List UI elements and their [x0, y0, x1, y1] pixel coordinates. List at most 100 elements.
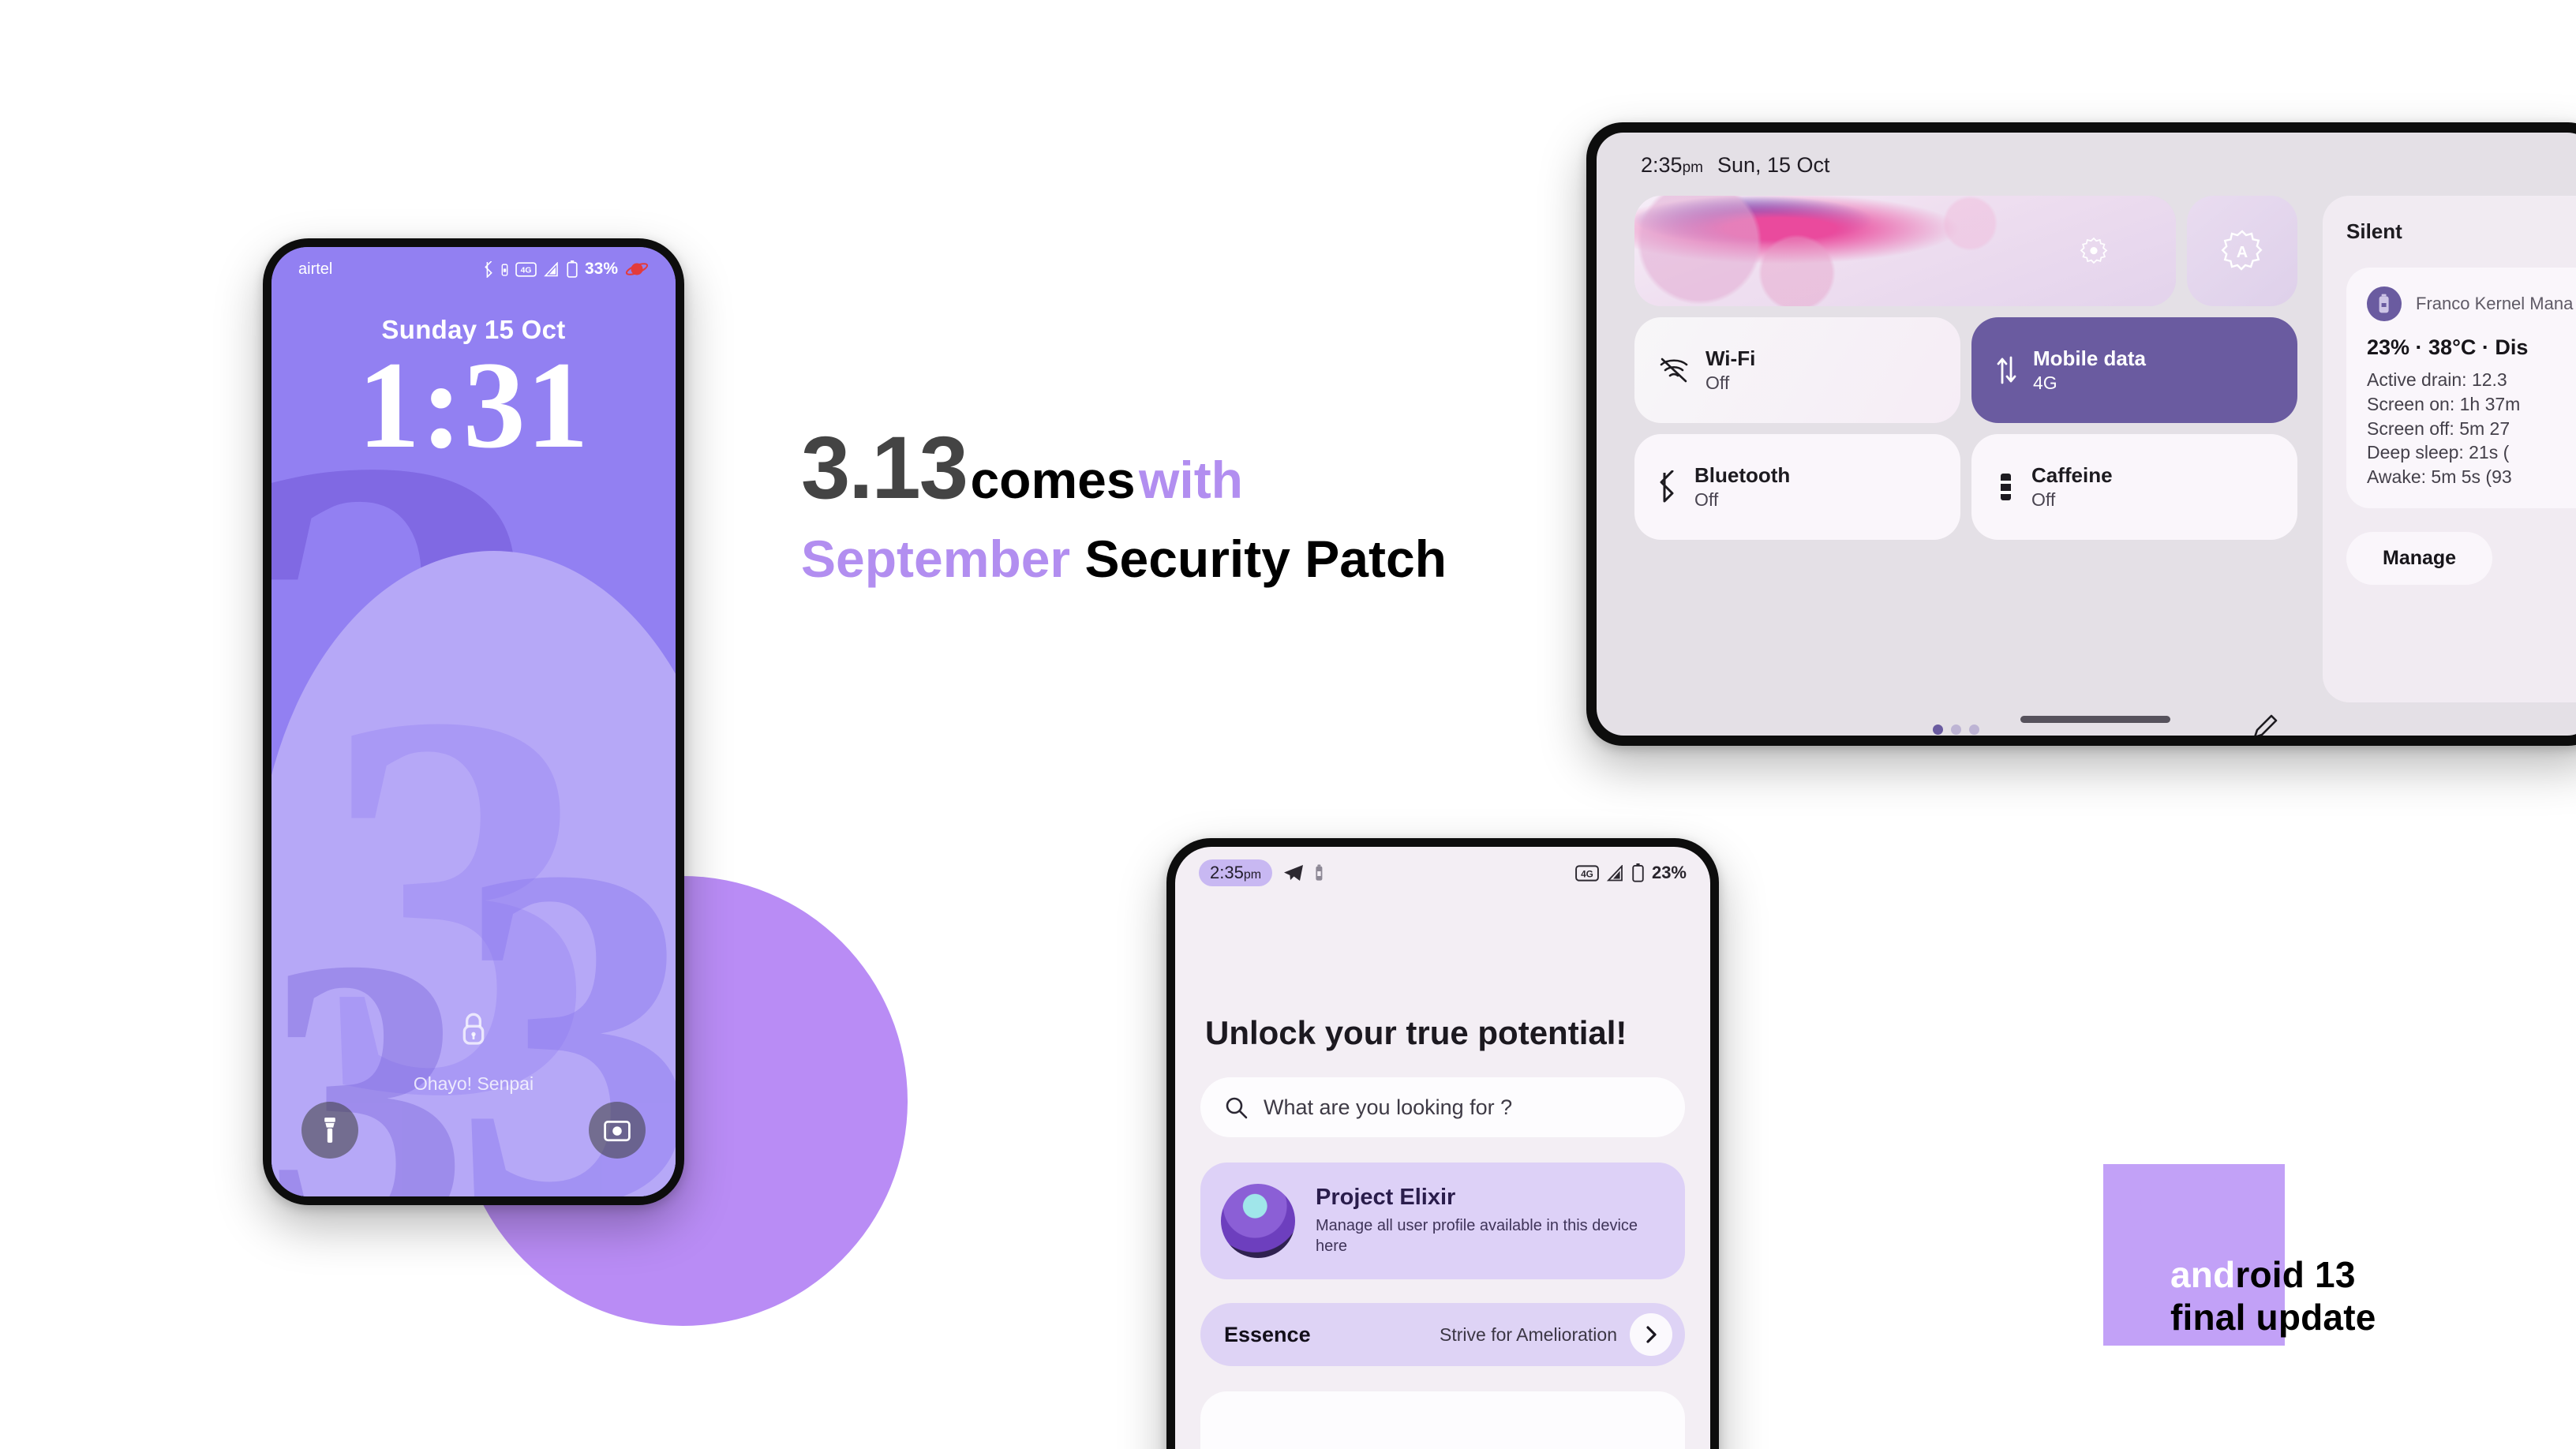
battery-percent: 23%: [1651, 863, 1687, 882]
notification-body: Active drain: 12.3 Screen on: 1h 37m Scr…: [2367, 368, 2576, 489]
essence-title: Essence: [1224, 1322, 1311, 1346]
quick-settings-clock[interactable]: 2:35pm Sun, 15 Oct: [1641, 153, 1830, 178]
lockscreen-status-bar: airtel 4G 33%: [271, 247, 676, 291]
essence-subtitle: Strive for Amelioration: [1440, 1324, 1617, 1345]
notification-card[interactable]: Franco Kernel Mana 23% · 38°C · Dis Acti…: [2346, 268, 2576, 509]
signal-icon: [544, 261, 558, 276]
essence-chevron-button[interactable]: [1630, 1313, 1672, 1356]
headline-word-with: with: [1139, 451, 1243, 509]
profile-card-title: Project Elixir: [1316, 1185, 1456, 1211]
pencil-icon: [2254, 714, 2278, 736]
tile-state: Off: [1705, 372, 1730, 393]
settings-card-partial[interactable]: [1200, 1391, 1685, 1449]
battery-small-icon: [1316, 864, 1323, 881]
notification-line: Awake: 5m 5s (93: [2367, 466, 2512, 488]
tile-wifi[interactable]: Wi-Fi Off: [1634, 317, 1960, 423]
home-indicator[interactable]: [2020, 716, 2170, 723]
status-right: 4G 23%: [1575, 863, 1687, 883]
tile-mobile-data[interactable]: Mobile data 4G: [1971, 317, 2297, 423]
bluetooth-icon: [485, 260, 492, 278]
lockscreen-time: 1:31: [358, 336, 590, 474]
tile-bluetooth[interactable]: Bluetooth Off: [1634, 434, 1960, 540]
planet-icon: [625, 263, 649, 275]
quick-settings-screen: 2:35pm Sun, 15 Oct A Wi-Fi Off Mobile da…: [1597, 133, 2576, 736]
flashlight-shortcut-button[interactable]: [301, 1102, 358, 1159]
status-left: 2:35pm: [1199, 859, 1324, 886]
brightness-row: A: [1634, 196, 2297, 306]
status-clock-pill: 2:35pm: [1199, 859, 1273, 886]
tile-state: Off: [1694, 489, 1719, 510]
brightness-slider[interactable]: [1634, 196, 2176, 306]
edit-tiles-button[interactable]: [2250, 712, 2280, 736]
chevron-right-icon: [1646, 1326, 1657, 1343]
headline-line-1: 3.13 comes with: [801, 417, 1543, 519]
camera-shortcut-button[interactable]: [589, 1102, 646, 1159]
page-dot[interactable]: [1951, 724, 1961, 735]
notification-line: Deep sleep: 21s (: [2367, 442, 2510, 463]
telegram-icon: [1284, 865, 1304, 881]
svg-text:A: A: [2237, 244, 2248, 261]
bluetooth-icon: [1658, 470, 1679, 504]
profile-card[interactable]: Project Elixir Manage all user profile a…: [1200, 1163, 1685, 1279]
tile-name: Wi-Fi: [1705, 346, 1756, 371]
notification-line: Screen off: 5m 27: [2367, 417, 2510, 439]
tile-name: Caffeine: [2031, 463, 2113, 488]
page-dot[interactable]: [1969, 724, 1979, 735]
carrier-label: airtel: [298, 260, 333, 278]
android-badge-line-1: android 13: [2170, 1253, 2502, 1296]
battery-icon: [2367, 286, 2402, 321]
page-dot-active[interactable]: [1933, 724, 1943, 735]
lockscreen-phone-frame: 3 3 3 3 airtel 4: [263, 238, 684, 1205]
mobile-data-icon: [1995, 354, 2017, 386]
tile-caffeine[interactable]: Caffeine Off: [1971, 434, 2297, 540]
tile-name: Bluetooth: [1694, 463, 1791, 488]
tile-row-2: Bluetooth Off Caffeine Off: [1634, 434, 2297, 540]
page-title: Unlock your true potential!: [1205, 1014, 1627, 1051]
android-badge-roid: roid 13: [2235, 1254, 2356, 1295]
tile-state: 4G: [2033, 372, 2057, 393]
notification-app-name: Franco Kernel Mana: [2416, 294, 2574, 313]
lockscreen-greeting: Ohayo! Senpai: [413, 1073, 534, 1094]
search-input[interactable]: What are you looking for ?: [1200, 1077, 1685, 1137]
auto-brightness-icon: A: [2221, 230, 2263, 271]
headline-line-2: September Security Patch: [801, 529, 1543, 590]
battery-icon: [1632, 863, 1644, 882]
search-placeholder: What are you looking for ?: [1264, 1095, 1513, 1119]
lockscreen-bottom-area: Ohayo! Senpai: [271, 999, 676, 1196]
status-time: 2:35: [1210, 863, 1244, 882]
manage-button[interactable]: Manage: [2346, 532, 2493, 586]
essence-row[interactable]: Essence Strive for Amelioration: [1200, 1303, 1685, 1366]
qs-time: 2:35: [1641, 153, 1683, 177]
qs-ampm: pm: [1682, 159, 1703, 176]
status-icons: 4G 33%: [484, 260, 649, 279]
notification-line: Active drain: 12.3: [2367, 369, 2507, 390]
tile-name: Mobile data: [2033, 346, 2147, 371]
notification-header: Franco Kernel Mana: [2367, 286, 2576, 321]
auto-brightness-button[interactable]: A: [2187, 196, 2297, 306]
user-avatar-icon: [1221, 1184, 1295, 1258]
tile-state: Off: [2031, 489, 2056, 510]
qs-date: Sun, 15 Oct: [1717, 153, 1830, 177]
version-number: 3.13: [801, 418, 968, 517]
svg-text:4G: 4G: [1581, 869, 1593, 879]
wifi-off-icon: [1658, 357, 1690, 384]
tile-row-1: Wi-Fi Off Mobile data 4G: [1634, 317, 2297, 423]
settings-phone-frame: 2:35pm 4G 23% Unlock your true potential…: [1166, 838, 1719, 1449]
status-ampm: pm: [1243, 868, 1262, 882]
settings-screen: 2:35pm 4G 23% Unlock your true potential…: [1175, 847, 1710, 1449]
lock-icon: [462, 1013, 485, 1045]
headline: 3.13 comes with September Security Patch: [801, 417, 1543, 589]
tablet-frame: 2:35pm Sun, 15 Oct A Wi-Fi Off Mobile da…: [1586, 122, 2576, 746]
lockscreen-clock: Sunday 15 Oct 1:31: [271, 315, 676, 474]
headline-word-september: September: [801, 529, 1071, 588]
android-badge-text: android 13 final update: [2170, 1253, 2502, 1339]
svg-text:4G: 4G: [521, 266, 532, 275]
search-icon: [1226, 1097, 1248, 1119]
network-type-icon: 4G: [1575, 864, 1599, 882]
quick-settings-tiles-area: A Wi-Fi Off Mobile data 4G Bluetooth Off…: [1634, 196, 2297, 540]
camera-icon: [604, 1120, 631, 1142]
network-type-icon: 4G: [515, 261, 537, 277]
signal-icon: [1606, 864, 1623, 881]
notification-headline: 23% · 38°C · Dis: [2367, 335, 2529, 359]
settings-status-bar: 2:35pm 4G 23%: [1175, 847, 1710, 899]
